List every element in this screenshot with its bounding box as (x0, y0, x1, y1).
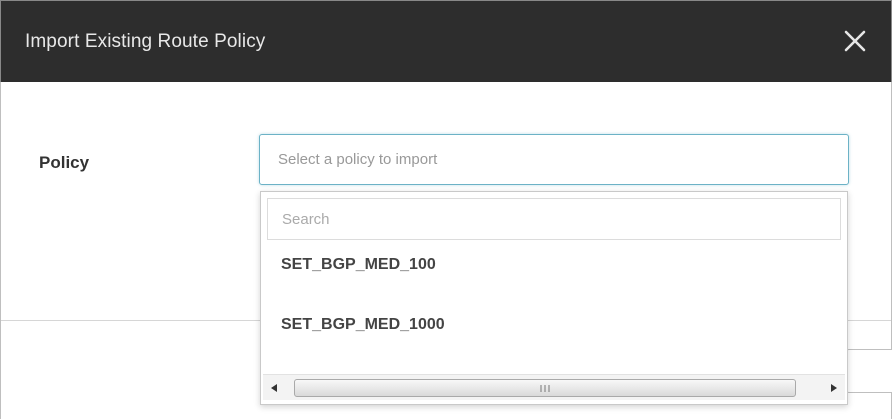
policy-option-label: SET_BGP_MED_100 (281, 256, 436, 273)
policy-label: Policy (39, 153, 90, 172)
dialog-titlebar: Import Existing Route Policy (0, 0, 892, 82)
scroll-right-arrow-icon (831, 384, 837, 392)
scroll-right-button[interactable] (823, 375, 845, 401)
policy-option-set-bgp-med-100[interactable]: SET_BGP_MED_100 (261, 246, 847, 286)
search-input[interactable] (267, 198, 841, 240)
scroll-left-arrow-icon (271, 384, 277, 392)
policy-select[interactable]: Select a policy to import (259, 134, 849, 185)
policy-select-placeholder: Select a policy to import (278, 151, 438, 168)
horizontal-scrollbar[interactable] (263, 374, 845, 400)
scroll-left-button[interactable] (263, 375, 285, 401)
import-route-policy-dialog: Import Existing Route Policy Policy Sele… (0, 0, 892, 419)
dialog-title: Import Existing Route Policy (25, 31, 266, 52)
close-icon (844, 30, 866, 52)
footer-button[interactable] (846, 349, 892, 393)
grip-icon (540, 385, 550, 392)
policy-dropdown: SET_BGP_MED_100 SET_BGP_MED_1000 (260, 191, 848, 405)
scrollbar-thumb[interactable] (294, 379, 796, 397)
close-button[interactable] (837, 23, 873, 59)
policy-option-set-bgp-med-1000[interactable]: SET_BGP_MED_1000 (261, 306, 847, 346)
policy-option-label: SET_BGP_MED_1000 (281, 316, 445, 333)
